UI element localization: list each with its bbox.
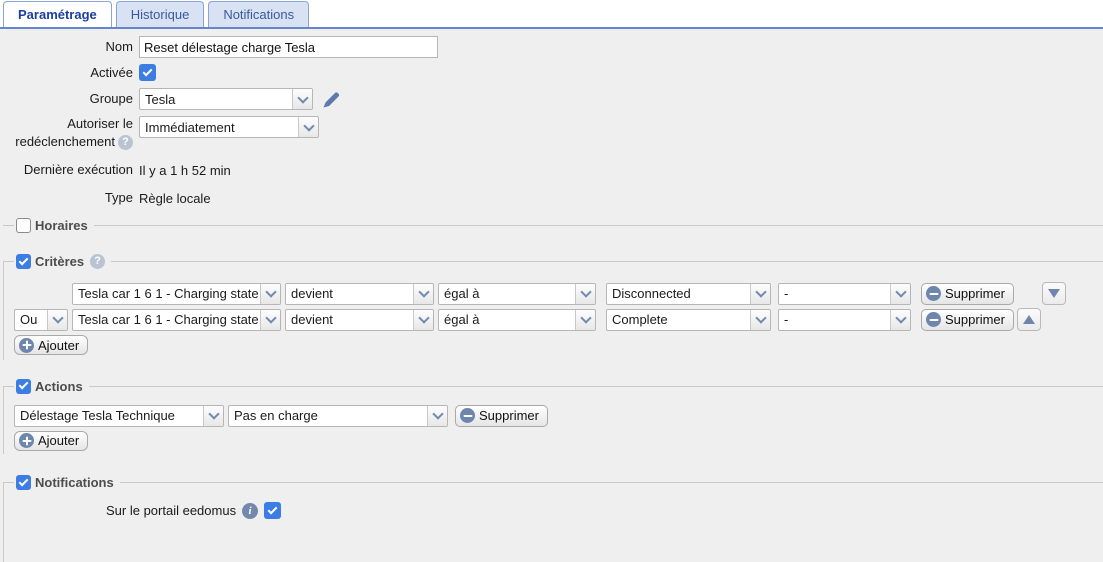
help-icon[interactable]: ? (90, 254, 105, 269)
action-row: Délestage Tesla Technique Pas en charge … (14, 405, 1103, 427)
tab-notifications[interactable]: Notifications (208, 1, 309, 27)
enabled-row: Activée (0, 64, 1103, 81)
enabled-checkbox[interactable] (139, 64, 156, 81)
chevron-down-icon[interactable] (260, 310, 280, 330)
notifications-checkbox[interactable] (16, 475, 31, 490)
value-select[interactable]: Complete (606, 309, 771, 331)
retrigger-label: Autoriser le redéclenchement ? (0, 116, 133, 150)
actions-checkbox[interactable] (16, 379, 31, 394)
tab-historique[interactable]: Historique (116, 1, 205, 27)
minus-icon (926, 312, 941, 327)
check-icon (19, 380, 29, 390)
chevron-down-icon[interactable] (890, 310, 910, 330)
name-label: Nom (0, 39, 133, 55)
value-select[interactable]: Disconnected (606, 283, 771, 305)
chevron-down-icon[interactable] (750, 310, 770, 330)
chevron-down-icon[interactable] (890, 284, 910, 304)
tab-parametrage[interactable]: Paramétrage (3, 1, 112, 27)
check-icon (143, 66, 153, 76)
plus-icon (19, 433, 34, 448)
conjunction-select[interactable]: Ou (14, 309, 68, 331)
ajouter-action-button[interactable]: Ajouter (14, 431, 88, 451)
section-actions: Actions Délestage Tesla Technique Pas en… (0, 379, 1103, 455)
trigger-select[interactable]: devient (285, 309, 434, 331)
help-icon[interactable]: ? (118, 135, 133, 150)
operator-select[interactable]: égal à (438, 309, 596, 331)
section-notifications: Notifications Sur le portail eedomus i (0, 475, 1103, 562)
supprimer-button[interactable]: Supprimer (921, 309, 1014, 331)
check-icon (19, 476, 29, 486)
name-field[interactable] (139, 36, 438, 58)
section-horaires: Horaires (0, 218, 1103, 233)
chevron-down-icon[interactable] (413, 284, 433, 304)
pencil-icon (322, 90, 341, 109)
extra-select[interactable]: - (778, 283, 911, 305)
chevron-down-icon[interactable] (203, 406, 223, 426)
criteres-checkbox[interactable] (16, 254, 31, 269)
criteres-title: Critères (35, 254, 84, 269)
device-select[interactable]: Tesla car 1 6 1 - Charging state (72, 283, 281, 305)
minus-icon (926, 286, 941, 301)
chevron-down-icon[interactable] (298, 117, 318, 137)
group-select[interactable]: Tesla (139, 88, 313, 110)
group-row: Groupe Tesla (0, 88, 1103, 110)
supprimer-button[interactable]: Supprimer (455, 405, 548, 427)
criteria-row: Ou Tesla car 1 6 1 - Charging state devi… (14, 308, 1103, 331)
notifications-title: Notifications (35, 475, 114, 490)
name-row: Nom (0, 36, 1103, 58)
device-select[interactable]: Tesla car 1 6 1 - Charging state (72, 309, 281, 331)
action-device-select[interactable]: Délestage Tesla Technique (14, 405, 224, 427)
retrigger-row: Autoriser le redéclenchement ? Immédiate… (0, 116, 1103, 150)
last-execution-value: Il y a 1 h 52 min (139, 162, 231, 178)
chevron-down-icon[interactable] (260, 284, 280, 304)
type-label: Type (0, 190, 133, 206)
last-execution-row: Dernière exécution Il y a 1 h 52 min (0, 162, 1103, 178)
enabled-label: Activée (0, 65, 133, 81)
minus-icon (460, 408, 475, 423)
supprimer-button[interactable]: Supprimer (921, 283, 1014, 305)
criteria-row: Tesla car 1 6 1 - Charging state devient… (14, 282, 1103, 305)
move-down-button[interactable] (1042, 282, 1066, 305)
horaires-checkbox[interactable] (16, 218, 31, 233)
actions-title: Actions (35, 379, 83, 394)
settings-panel: Nom Activée Groupe Tesla Autorise (0, 29, 1103, 562)
chevron-down-icon[interactable] (292, 89, 312, 109)
chevron-down-icon[interactable] (427, 406, 447, 426)
group-label: Groupe (0, 91, 133, 107)
chevron-down-icon[interactable] (575, 310, 595, 330)
triangle-down-icon (1048, 289, 1060, 298)
extra-select[interactable]: - (778, 309, 911, 331)
chevron-down-icon[interactable] (413, 310, 433, 330)
edit-group-button[interactable] (322, 90, 341, 109)
type-value: Règle locale (139, 190, 211, 206)
action-value-select[interactable]: Pas en charge (228, 405, 448, 427)
chevron-down-icon[interactable] (47, 310, 67, 330)
tab-bar: Paramétrage Historique Notifications (0, 0, 1103, 29)
check-icon (19, 255, 29, 265)
triangle-up-icon (1023, 315, 1035, 324)
horaires-title: Horaires (35, 218, 88, 233)
chevron-down-icon[interactable] (575, 284, 595, 304)
type-row: Type Règle locale (0, 190, 1103, 206)
last-execution-label: Dernière exécution (0, 162, 133, 178)
move-up-button[interactable] (1017, 308, 1041, 331)
plus-icon (19, 338, 34, 353)
trigger-select[interactable]: devient (285, 283, 434, 305)
check-icon (268, 504, 278, 514)
operator-select[interactable]: égal à (438, 283, 596, 305)
chevron-down-icon[interactable] (750, 284, 770, 304)
section-criteres: Critères ? Tesla car 1 6 1 - Charging st… (0, 254, 1103, 360)
ajouter-criteria-button[interactable]: Ajouter (14, 335, 88, 355)
retrigger-select[interactable]: Immédiatement (139, 116, 319, 138)
